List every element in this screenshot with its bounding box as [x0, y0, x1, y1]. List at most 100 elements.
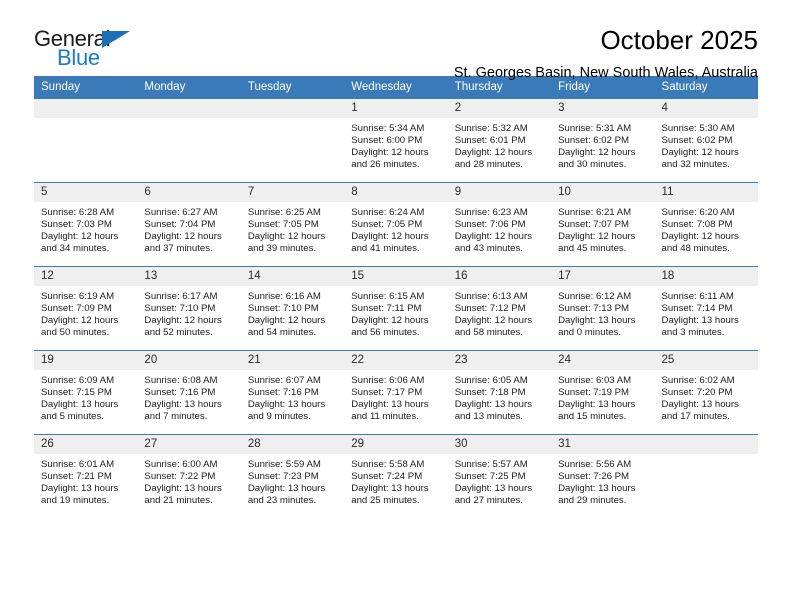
calendar-day-cell[interactable]: 30 Sunrise: 5:57 AM Sunset: 7:25 PM Dayligh…: [447, 434, 552, 518]
sunrise-text: Sunrise: 5:34 AM: [351, 123, 425, 134]
day-number: 24: [551, 351, 655, 370]
day-number: 29: [344, 435, 448, 454]
daylight-text-line2: and 56 minutes.: [351, 327, 420, 339]
daylight-text-line1: Daylight: 13 hours: [351, 399, 429, 411]
daylight-text-line2: and 7 minutes.: [144, 411, 208, 423]
day-sun-info: Sunrise: 6:01 AM Sunset: 7:21 PM Daylight:…: [34, 454, 137, 507]
daylight-text-line1: Daylight: 13 hours: [351, 483, 429, 495]
day-sun-info: Sunrise: 6:05 AM Sunset: 7:18 PM Daylight:…: [448, 370, 551, 423]
day-number: 17: [551, 267, 655, 286]
calendar-day-cell[interactable]: 8 Sunrise: 6:24 AM Sunset: 7:05 PM Daylight…: [344, 182, 448, 267]
calendar-week-row: 19 Sunrise: 6:09 AM Sunset: 7:15 PM Dayligh…: [34, 350, 758, 435]
calendar-day-cell[interactable]: 17 Sunrise: 6:12 AM Sunset: 7:13 PM Dayligh…: [551, 266, 655, 351]
calendar-day-cell[interactable]: 13 Sunrise: 6:17 AM Sunset: 7:10 PM Dayligh…: [137, 266, 241, 351]
daylight-text-line1: Daylight: 12 hours: [144, 231, 222, 243]
daylight-text-line2: and 28 minutes.: [454, 159, 523, 171]
sunset-text: Sunset: 6:01 PM: [454, 135, 526, 147]
calendar-day-cell[interactable]: 12 Sunrise: 6:19 AM Sunset: 7:09 PM Dayligh…: [34, 266, 138, 351]
calendar-week-row: 1 Sunrise: 5:34 AM Sunset: 6:00 PM Daylight…: [34, 99, 758, 183]
daylight-text-line1: Daylight: 13 hours: [144, 399, 222, 411]
calendar-day-cell[interactable]: 22 Sunrise: 6:06 AM Sunset: 7:17 PM Dayligh…: [344, 350, 448, 435]
day-sun-info: Sunrise: 6:20 AM Sunset: 7:08 PM Daylight:…: [655, 202, 758, 255]
sunset-text: Sunset: 7:08 PM: [661, 219, 733, 231]
page-header: General Blue October 2025 St. Georges Ba…: [34, 0, 758, 81]
daylight-text-line1: Daylight: 12 hours: [247, 231, 326, 243]
calendar-day-cell[interactable]: 4 Sunrise: 5:30 AM Sunset: 6:02 PM Daylight…: [654, 99, 758, 183]
calendar-day-cell[interactable]: 23 Sunrise: 6:05 AM Sunset: 7:18 PM Dayligh…: [447, 350, 552, 435]
sunrise-text: Sunrise: 5:31 AM: [558, 123, 632, 134]
daylight-text-line2: and 29 minutes.: [558, 495, 627, 507]
daylight-text-line2: and 37 minutes.: [144, 243, 213, 255]
calendar-day-cell[interactable]: 5 Sunrise: 6:28 AM Sunset: 7:03 PM Daylight…: [34, 182, 138, 267]
calendar-day-cell[interactable]: 9 Sunrise: 6:23 AM Sunset: 7:06 PM Daylight…: [447, 182, 552, 267]
sunset-text: Sunset: 7:10 PM: [144, 303, 216, 315]
day-number: 30: [447, 435, 552, 454]
day-number: [240, 99, 345, 118]
daylight-text-line2: and 48 minutes.: [661, 243, 730, 255]
sunset-text: Sunset: 7:14 PM: [661, 303, 733, 315]
day-number: 16: [447, 267, 552, 286]
day-number: 25: [654, 351, 758, 370]
daylight-text-line1: Daylight: 12 hours: [661, 231, 739, 243]
sunset-text: Sunset: 7:24 PM: [351, 471, 423, 483]
calendar-day-cell[interactable]: 19 Sunrise: 6:09 AM Sunset: 7:15 PM Dayligh…: [34, 350, 138, 435]
sunset-text: Sunset: 6:02 PM: [558, 135, 630, 147]
day-number: 19: [34, 351, 138, 370]
day-sun-info: Sunrise: 5:58 AM Sunset: 7:24 PM Daylight:…: [344, 454, 447, 507]
day-sun-info: Sunrise: 5:30 AM Sunset: 6:02 PM Daylight:…: [655, 118, 758, 171]
daylight-text-line1: Daylight: 13 hours: [454, 399, 533, 411]
daylight-text-line2: and 54 minutes.: [247, 327, 317, 339]
calendar-day-cell[interactable]: 20 Sunrise: 6:08 AM Sunset: 7:16 PM Dayligh…: [137, 350, 241, 435]
calendar-day-cell[interactable]: 31 Sunrise: 5:56 AM Sunset: 7:26 PM Dayligh…: [551, 434, 655, 518]
calendar-day-cell[interactable]: 7 Sunrise: 6:25 AM Sunset: 7:05 PM Daylight…: [240, 182, 345, 267]
daylight-text-line2: and 9 minutes.: [247, 411, 311, 423]
day-sun-info: Sunrise: 5:32 AM Sunset: 6:01 PM Daylight:…: [448, 118, 551, 171]
day-sun-info: Sunrise: 5:56 AM Sunset: 7:26 PM Daylight:…: [551, 454, 654, 507]
day-number: 27: [137, 435, 241, 454]
calendar-day-cell[interactable]: 1 Sunrise: 5:34 AM Sunset: 6:00 PM Daylight…: [344, 99, 448, 183]
sunset-text: Sunset: 7:11 PM: [351, 303, 422, 315]
daylight-text-line2: and 34 minutes.: [41, 243, 110, 255]
calendar-day-cell[interactable]: 2 Sunrise: 5:32 AM Sunset: 6:01 PM Daylight…: [447, 99, 552, 183]
calendar-day-cell[interactable]: 21 Sunrise: 6:07 AM Sunset: 7:16 PM Dayligh…: [240, 350, 345, 435]
day-number: 4: [654, 99, 758, 118]
day-sun-info: Sunrise: 6:11 AM Sunset: 7:14 PM Daylight:…: [655, 286, 758, 339]
calendar-day-cell[interactable]: 26 Sunrise: 6:01 AM Sunset: 7:21 PM Dayligh…: [34, 434, 138, 518]
sunrise-text: Sunrise: 6:23 AM: [454, 207, 528, 218]
calendar-day-cell[interactable]: 29 Sunrise: 5:58 AM Sunset: 7:24 PM Dayligh…: [344, 434, 448, 518]
daylight-text-line1: Daylight: 13 hours: [558, 483, 636, 495]
daylight-text-line1: Daylight: 12 hours: [454, 231, 533, 243]
day-sun-info: Sunrise: 6:28 AM Sunset: 7:03 PM Daylight:…: [34, 202, 137, 255]
calendar-day-cell[interactable]: 10 Sunrise: 6:21 AM Sunset: 7:07 PM Dayligh…: [551, 182, 655, 267]
daylight-text-line1: Daylight: 12 hours: [41, 315, 119, 327]
daylight-text-line1: Daylight: 12 hours: [351, 147, 429, 159]
day-sun-info: Sunrise: 6:07 AM Sunset: 7:16 PM Daylight:…: [241, 370, 344, 423]
calendar-day-cell[interactable]: 18 Sunrise: 6:11 AM Sunset: 7:14 PM Dayligh…: [654, 266, 758, 351]
calendar-day-cell[interactable]: 25 Sunrise: 6:02 AM Sunset: 7:20 PM Dayligh…: [654, 350, 758, 435]
day-sun-info: Sunrise: 6:02 AM Sunset: 7:20 PM Daylight:…: [655, 370, 758, 423]
daylight-text-line1: Daylight: 12 hours: [661, 147, 739, 159]
calendar-day-cell[interactable]: 11 Sunrise: 6:20 AM Sunset: 7:08 PM Dayligh…: [654, 182, 758, 267]
calendar-day-cell-empty: [654, 434, 758, 518]
day-number: 31: [551, 435, 655, 454]
day-number: 5: [34, 183, 138, 202]
day-number: 13: [137, 267, 241, 286]
calendar-day-cell[interactable]: 3 Sunrise: 5:31 AM Sunset: 6:02 PM Daylight…: [551, 99, 655, 183]
weekday-header-wednesday: Wednesday: [344, 76, 448, 99]
daylight-text-line1: Daylight: 12 hours: [454, 315, 533, 327]
sunset-text: Sunset: 7:16 PM: [144, 387, 216, 399]
sunset-text: Sunset: 7:07 PM: [558, 219, 630, 231]
sunrise-text: Sunrise: 5:58 AM: [351, 459, 425, 470]
calendar-day-cell[interactable]: 16 Sunrise: 6:13 AM Sunset: 7:12 PM Dayligh…: [447, 266, 552, 351]
calendar-day-cell[interactable]: 6 Sunrise: 6:27 AM Sunset: 7:04 PM Daylight…: [137, 182, 241, 267]
daylight-text-line1: Daylight: 12 hours: [144, 315, 222, 327]
calendar-day-cell[interactable]: 14 Sunrise: 6:16 AM Sunset: 7:10 PM Dayligh…: [240, 266, 345, 351]
daylight-text-line1: Daylight: 12 hours: [454, 147, 533, 159]
calendar-day-cell[interactable]: 28 Sunrise: 5:59 AM Sunset: 7:23 PM Dayligh…: [240, 434, 345, 518]
calendar-day-cell[interactable]: 27 Sunrise: 6:00 AM Sunset: 7:22 PM Dayligh…: [137, 434, 241, 518]
daylight-text-line1: Daylight: 12 hours: [558, 147, 636, 159]
sunset-text: Sunset: 7:03 PM: [41, 219, 112, 231]
sunrise-text: Sunrise: 5:30 AM: [661, 123, 735, 134]
calendar-day-cell[interactable]: 15 Sunrise: 6:15 AM Sunset: 7:11 PM Dayligh…: [344, 266, 448, 351]
calendar-day-cell[interactable]: 24 Sunrise: 6:03 AM Sunset: 7:19 PM Dayligh…: [551, 350, 655, 435]
